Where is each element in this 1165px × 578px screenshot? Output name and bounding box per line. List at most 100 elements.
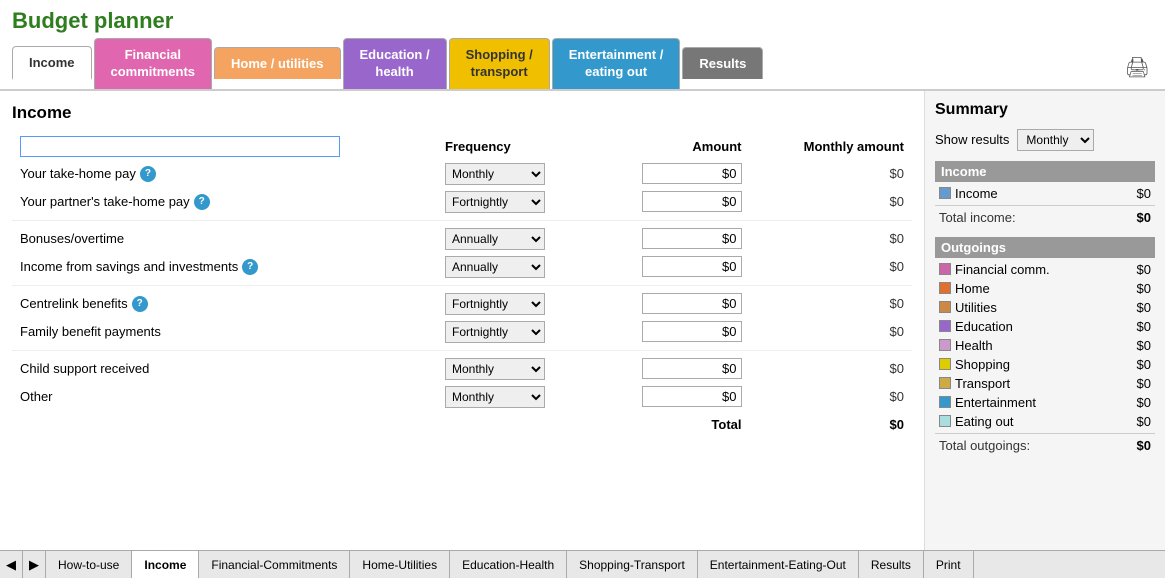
color-indicator <box>939 320 951 332</box>
frequency-select[interactable]: MonthlyFortnightlyWeeklyAnnually <box>445 228 545 250</box>
table-row: Other MonthlyFortnightlyWeeklyAnnually $… <box>12 383 912 411</box>
show-results-row: Show results Monthly Annually <box>935 129 1155 151</box>
row-label: Family benefit payments <box>20 324 429 339</box>
tab-entertainment[interactable]: Entertainment /eating out <box>552 38 681 89</box>
amount-header: Amount <box>587 133 750 160</box>
summary-row-label: Eating out <box>939 414 1137 429</box>
color-indicator <box>939 187 951 199</box>
total-income-value: $0 <box>1137 210 1151 225</box>
summary-item-value: $0 <box>1137 262 1151 277</box>
summary-item-value: $0 <box>1137 338 1151 353</box>
summary-item-value: $0 <box>1137 414 1151 429</box>
frequency-select[interactable]: MonthlyFortnightlyWeeklyAnnually <box>445 256 545 278</box>
show-results-select[interactable]: Monthly Annually <box>1017 129 1094 151</box>
bottom-tab-income[interactable]: Income <box>132 551 199 578</box>
outgoing-summary-row: Financial comm. $0 <box>935 260 1155 279</box>
summary-item-label: Financial comm. <box>955 262 1050 277</box>
income-table: Frequency Amount Monthly amount Your tak… <box>12 133 912 435</box>
summary-item-value: $0 <box>1137 357 1151 372</box>
frequency-select[interactable]: MonthlyFortnightlyWeeklyAnnually <box>445 163 545 185</box>
color-indicator <box>939 377 951 389</box>
help-icon[interactable]: ? <box>132 296 148 312</box>
tab-results[interactable]: Results <box>682 47 763 79</box>
table-row: Your partner's take-home pay ? MonthlyFo… <box>12 188 912 216</box>
tab-shopping[interactable]: Shopping /transport <box>449 38 550 89</box>
row-label-text: Child support received <box>20 361 149 376</box>
summary-item-value: $0 <box>1137 281 1151 296</box>
amount-input[interactable] <box>642 358 742 379</box>
summary-panel: Summary Show results Monthly Annually In… <box>925 91 1165 559</box>
outgoing-summary-row: Utilities $0 <box>935 298 1155 317</box>
frequency-select[interactable]: MonthlyFortnightlyWeeklyAnnually <box>445 358 545 380</box>
total-outgoings-row: Total outgoings: $0 <box>935 433 1155 457</box>
total-income-row: Total income: $0 <box>935 205 1155 229</box>
bottom-tab-financial-commitments[interactable]: Financial-Commitments <box>199 551 350 578</box>
color-indicator <box>939 339 951 351</box>
summary-item-value: $0 <box>1137 376 1151 391</box>
outgoing-summary-row: Transport $0 <box>935 374 1155 393</box>
outgoing-summary-row: Education $0 <box>935 317 1155 336</box>
summary-item-label: Transport <box>955 376 1010 391</box>
bottom-tabs: ◀ ▶ How-to-use Income Financial-Commitme… <box>0 550 1165 578</box>
row-label-text: Centrelink benefits <box>20 296 128 311</box>
amount-input[interactable] <box>642 321 742 342</box>
table-row: Centrelink benefits ? MonthlyFortnightly… <box>12 290 912 318</box>
summary-item-label: Health <box>955 338 993 353</box>
outgoings-section-header: Outgoings <box>935 237 1155 258</box>
row-label-text: Your partner's take-home pay <box>20 194 190 209</box>
bottom-tab-home-utilities[interactable]: Home-Utilities <box>350 551 450 578</box>
outgoings-summary-section: Outgoings Financial comm. $0 Home $0 Uti… <box>935 237 1155 457</box>
amount-input[interactable] <box>642 163 742 184</box>
table-row: Bonuses/overtime MonthlyFortnightlyWeekl… <box>12 225 912 253</box>
tab-income[interactable]: Income <box>12 46 92 80</box>
frequency-select[interactable]: MonthlyFortnightlyWeeklyAnnually <box>445 386 545 408</box>
amount-input[interactable] <box>642 228 742 249</box>
summary-row-label: Entertainment <box>939 395 1137 410</box>
row-label: Other <box>20 389 429 404</box>
income-section-header: Income <box>935 161 1155 182</box>
amount-input[interactable] <box>642 386 742 407</box>
total-income-label: Total income: <box>939 210 1016 225</box>
summary-item-label: Entertainment <box>955 395 1036 410</box>
summary-item-value: $0 <box>1137 395 1151 410</box>
summary-row-label: Shopping <box>939 357 1137 372</box>
row-label: Centrelink benefits ? <box>20 296 429 312</box>
color-indicator <box>939 358 951 370</box>
monthly-value: $0 <box>750 188 913 216</box>
bottom-tab-shopping-transport[interactable]: Shopping-Transport <box>567 551 698 578</box>
tab-financial[interactable]: Financialcommitments <box>94 38 213 89</box>
name-input[interactable] <box>20 136 340 157</box>
row-label-text: Income from savings and investments <box>20 259 238 274</box>
bottom-tab-how-to-use[interactable]: How-to-use <box>46 551 132 578</box>
show-results-label: Show results <box>935 132 1009 147</box>
color-indicator <box>939 263 951 275</box>
amount-input[interactable] <box>642 191 742 212</box>
row-label: Child support received <box>20 361 429 376</box>
row-label: Your take-home pay ? <box>20 166 429 182</box>
main-layout: Income Frequency Amount Monthly amount <box>0 91 1165 559</box>
help-icon[interactable]: ? <box>140 166 156 182</box>
tab-education[interactable]: Education /health <box>343 38 447 89</box>
tab-home[interactable]: Home / utilities <box>214 47 340 79</box>
outgoing-summary-row: Home $0 <box>935 279 1155 298</box>
color-indicator <box>939 282 951 294</box>
amount-input[interactable] <box>642 256 742 277</box>
frequency-select[interactable]: MonthlyFortnightlyWeeklyAnnually <box>445 321 545 343</box>
frequency-select[interactable]: MonthlyFortnightlyWeeklyAnnually <box>445 293 545 315</box>
app-title: Budget planner <box>12 8 173 33</box>
color-indicator <box>939 415 951 427</box>
bottom-tab-education-health[interactable]: Education-Health <box>450 551 567 578</box>
bottom-tab-entertainment-eating[interactable]: Entertainment-Eating-Out <box>698 551 859 578</box>
scroll-right-arrow[interactable]: ▶ <box>23 551 46 578</box>
table-row: Family benefit payments MonthlyFortnight… <box>12 318 912 346</box>
bottom-tab-print[interactable]: Print <box>924 551 974 578</box>
bottom-tab-results[interactable]: Results <box>859 551 924 578</box>
summary-row-label: Health <box>939 338 1137 353</box>
frequency-select[interactable]: MonthlyFortnightlyWeeklyAnnually <box>445 191 545 213</box>
help-icon[interactable]: ? <box>194 194 210 210</box>
row-label: Your partner's take-home pay ? <box>20 194 429 210</box>
help-icon[interactable]: ? <box>242 259 258 275</box>
print-icon[interactable]: 🖨 <box>1125 57 1150 79</box>
scroll-left-arrow[interactable]: ◀ <box>0 551 23 578</box>
amount-input[interactable] <box>642 293 742 314</box>
